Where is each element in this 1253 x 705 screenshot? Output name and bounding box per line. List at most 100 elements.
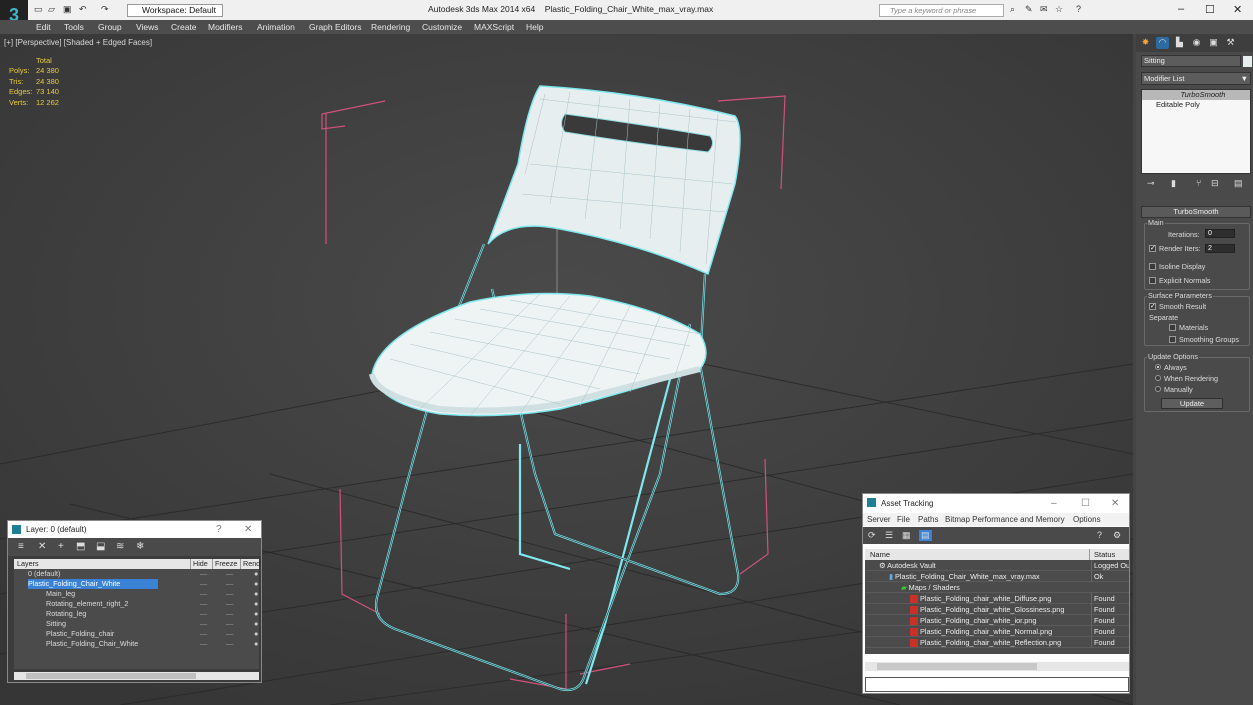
smooth-result-checkbox[interactable]: ✓: [1149, 303, 1156, 310]
list-view-icon[interactable]: ☰: [885, 530, 893, 541]
make-unique-icon[interactable]: ⑂: [1196, 178, 1201, 188]
settings-icon[interactable]: ⚙: [1113, 530, 1121, 541]
close-icon[interactable]: ✕: [1111, 494, 1119, 513]
modifier-list-dropdown[interactable]: Modifier List ▼: [1141, 72, 1251, 85]
layer-window-titlebar[interactable]: Layer: 0 (default) ? ✕: [8, 521, 261, 538]
refresh-icon[interactable]: ⟳: [868, 530, 876, 541]
search-input[interactable]: Type a keyword or phrase: [879, 4, 1004, 17]
menu-views[interactable]: Views: [136, 22, 159, 32]
hide-toggle[interactable]: —: [200, 639, 207, 649]
show-end-result-icon[interactable]: ▮: [1171, 178, 1176, 189]
when-rendering-radio[interactable]: [1155, 375, 1161, 381]
render-teapot-icon[interactable]: ●: [254, 569, 258, 579]
minimize-icon[interactable]: –: [1178, 3, 1184, 15]
asset-row[interactable]: Plastic_Folding_chair_white_Reflection.p…: [865, 637, 1129, 648]
hide-all-icon[interactable]: ≋: [116, 541, 124, 552]
update-button[interactable]: Update: [1161, 398, 1223, 409]
create-layer-icon[interactable]: ≡: [18, 541, 24, 552]
table-view-icon[interactable]: ▤: [919, 530, 932, 541]
maximize-icon[interactable]: ☐: [1205, 3, 1215, 16]
communication-icon[interactable]: ✉: [1040, 4, 1048, 17]
scrollbar-thumb[interactable]: [26, 673, 196, 679]
smoothing-groups-checkbox[interactable]: [1169, 336, 1176, 343]
binoculars-icon[interactable]: ⌕: [1010, 4, 1015, 17]
render-iters-checkbox[interactable]: ✓: [1149, 245, 1156, 252]
scrollbar-thumb[interactable]: [877, 663, 1037, 670]
render-teapot-icon[interactable]: ●: [254, 639, 258, 649]
layer-horizontal-scrollbar[interactable]: [14, 672, 259, 680]
menu-animation[interactable]: Animation: [257, 22, 295, 32]
freeze-toggle[interactable]: —: [226, 609, 233, 619]
manually-radio[interactable]: [1155, 386, 1161, 392]
motion-tab-icon[interactable]: ◉: [1190, 37, 1203, 49]
help-icon[interactable]: ?: [1076, 4, 1081, 17]
pin-stack-icon[interactable]: ⊸: [1147, 178, 1155, 189]
display-tab-icon[interactable]: ▣: [1207, 37, 1220, 49]
asset-row[interactable]: ⚙ Autodesk Vault Logged Out: [865, 560, 1129, 571]
render-teapot-icon[interactable]: ●: [254, 609, 258, 619]
maximize-icon[interactable]: ☐: [1081, 494, 1090, 513]
freeze-toggle[interactable]: —: [226, 569, 233, 579]
render-teapot-icon[interactable]: ●: [254, 599, 258, 609]
explicit-normals-checkbox[interactable]: [1149, 277, 1156, 284]
stack-item-editable-poly[interactable]: Editable Poly: [1142, 100, 1250, 110]
hide-toggle[interactable]: —: [200, 619, 207, 629]
layer-row[interactable]: Plastic_Folding_chair — — ●: [14, 629, 259, 639]
name-column-header[interactable]: Name: [870, 549, 890, 560]
render-teapot-icon[interactable]: ●: [254, 579, 258, 589]
layers-column-header[interactable]: Layers: [17, 559, 39, 569]
freeze-toggle[interactable]: —: [226, 629, 233, 639]
remove-modifier-icon[interactable]: ⊟: [1211, 178, 1219, 189]
undo-icon[interactable]: ↶: [79, 4, 87, 17]
asset-horizontal-scrollbar[interactable]: [865, 662, 1129, 671]
asset-row[interactable]: Plastic_Folding_chair_white_Diffuse.png F…: [865, 593, 1129, 604]
menu-maxscript[interactable]: MAXScript: [474, 22, 514, 32]
workspace-dropdown[interactable]: Workspace: Default: [127, 4, 223, 17]
isoline-display-checkbox[interactable]: [1149, 263, 1156, 270]
menu-customize[interactable]: Customize: [422, 22, 462, 32]
close-icon[interactable]: ✕: [1233, 3, 1242, 16]
render-teapot-icon[interactable]: ●: [254, 589, 258, 599]
render-teapot-icon[interactable]: ●: [254, 629, 258, 639]
delete-layer-icon[interactable]: ✕: [38, 541, 46, 552]
object-color-swatch[interactable]: [1243, 56, 1252, 67]
viewport-label[interactable]: [+] [Perspective] [Shaded + Edged Faces]: [4, 38, 152, 47]
layer-row[interactable]: Sitting — — ●: [14, 619, 259, 629]
hide-toggle[interactable]: —: [200, 589, 207, 599]
materials-checkbox[interactable]: [1169, 324, 1176, 331]
menu-group[interactable]: Group: [98, 22, 122, 32]
status-column-header[interactable]: Status: [1089, 549, 1115, 560]
layer-row[interactable]: Rotating_element_right_2 — — ●: [14, 599, 259, 609]
render-column-header[interactable]: Rend: [240, 559, 260, 569]
menu-modifiers[interactable]: Modifiers: [208, 22, 242, 32]
new-file-icon[interactable]: ▭: [34, 4, 43, 17]
turbosmooth-rollout-header[interactable]: TurboSmooth: [1141, 206, 1251, 218]
modify-tab-icon[interactable]: ◠: [1156, 37, 1169, 49]
menu-rendering[interactable]: Rendering: [371, 22, 410, 32]
hierarchy-tab-icon[interactable]: ▙: [1173, 37, 1186, 49]
help-icon[interactable]: ?: [1097, 530, 1102, 540]
layer-row[interactable]: Plastic_Folding_Chair_White — — ●: [14, 579, 259, 589]
asset-row[interactable]: ▮ Plastic_Folding_Chair_White_max_vray.m…: [865, 571, 1129, 582]
hide-toggle[interactable]: —: [200, 599, 207, 609]
freeze-toggle[interactable]: —: [226, 579, 233, 589]
layer-row[interactable]: Plastic_Folding_Chair_White — — ●: [14, 639, 259, 649]
freeze-all-icon[interactable]: ❄: [136, 541, 144, 552]
hide-toggle[interactable]: —: [200, 569, 207, 579]
freeze-toggle[interactable]: —: [226, 619, 233, 629]
redo-icon[interactable]: ↷: [101, 4, 109, 17]
close-icon[interactable]: ✕: [244, 521, 252, 538]
menu-edit[interactable]: Edit: [36, 22, 51, 32]
asset-row[interactable]: ▰ Maps / Shaders: [865, 582, 1129, 593]
asset-window-titlebar[interactable]: Asset Tracking – ☐ ✕: [863, 494, 1129, 513]
hide-toggle[interactable]: —: [200, 609, 207, 619]
asset-menu-options[interactable]: Options: [1073, 515, 1101, 524]
asset-path-field[interactable]: [865, 677, 1129, 692]
hide-toggle[interactable]: —: [200, 579, 207, 589]
object-name-field[interactable]: Sitting: [1141, 55, 1241, 67]
render-teapot-icon[interactable]: ●: [254, 619, 258, 629]
hide-column-header[interactable]: Hide: [190, 559, 208, 569]
help-icon[interactable]: ?: [216, 521, 222, 538]
highlight-layer-icon[interactable]: ⬓: [96, 541, 105, 552]
add-to-layer-icon[interactable]: +: [58, 541, 64, 552]
